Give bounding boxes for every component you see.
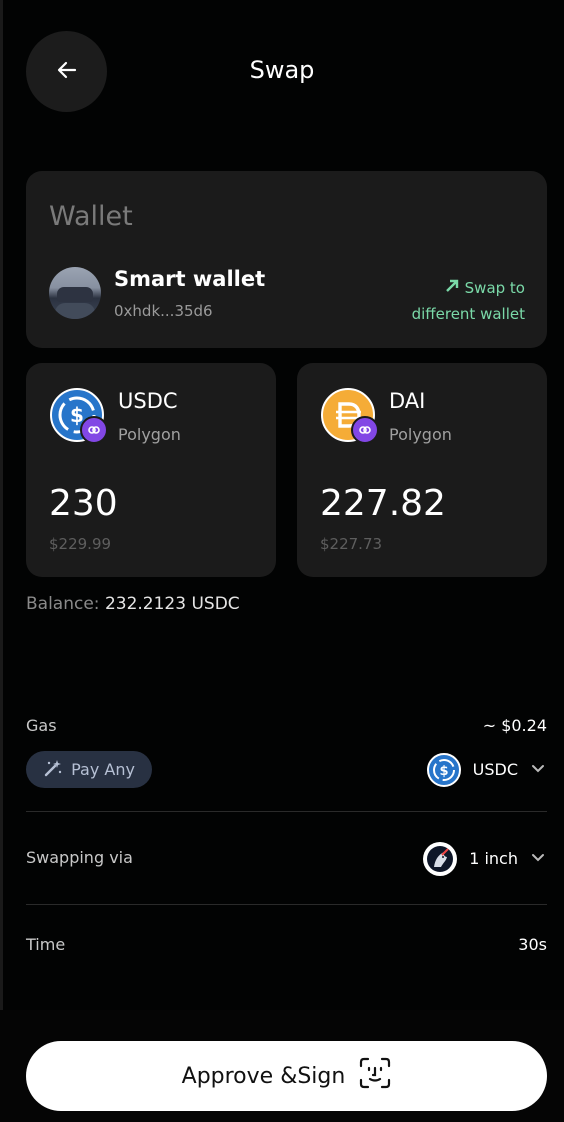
chevron-down-icon (530, 849, 546, 869)
face-id-icon (345, 1057, 391, 1095)
approve-sign-label: Approve &Sign (181, 1063, 346, 1089)
to-token-usd: $227.73 (320, 535, 383, 553)
from-token-usd: $229.99 (49, 535, 112, 553)
gas-amount: ~ $0.24 (482, 716, 547, 735)
wallet-card: Wallet Smart wallet 0xhdk...35d6 Swap to… (26, 171, 547, 348)
from-token-amount[interactable]: 230 (49, 483, 118, 524)
swap-provider-select[interactable]: 1 inch (423, 840, 546, 877)
balance-value: 232.2123 USDC (104, 594, 240, 614)
pay-any-label: Pay Any (71, 760, 135, 779)
to-token-card[interactable]: DAI Polygon 227.82 $227.73 (297, 363, 547, 577)
usdc-icon: $ (50, 388, 108, 444)
wallet-section-title: Wallet (49, 201, 133, 232)
balance-row: Balance: 232.2123 USDC (26, 594, 240, 614)
window-edge (0, 0, 3, 1122)
1inch-unicorn-icon (423, 841, 458, 876)
swap-wallet-link[interactable]: Swap to different wallet (412, 275, 525, 327)
gas-label: Gas (26, 716, 57, 735)
polygon-icon (80, 416, 108, 444)
gas-token-select[interactable]: $ USDC (426, 751, 546, 788)
to-token-symbol: DAI (389, 389, 426, 413)
balance-label: Balance: (26, 594, 100, 614)
avatar (49, 267, 101, 319)
dai-icon (321, 388, 379, 444)
page-title: Swap (249, 56, 315, 84)
swap-link-line1: Swap to (464, 279, 525, 297)
swap-provider-label: 1 inch (469, 849, 518, 868)
magic-wand-icon (43, 758, 71, 782)
from-token-card[interactable]: $ USDC Polygon 230 $229.99 (26, 363, 276, 577)
approve-sign-button[interactable]: Approve &Sign (26, 1041, 547, 1111)
to-token-amount: 227.82 (320, 483, 446, 524)
wallet-address: 0xhdk...35d6 (114, 302, 213, 320)
to-token-chain: Polygon (389, 425, 452, 444)
chevron-down-icon (530, 760, 546, 780)
from-token-symbol: USDC (118, 389, 178, 413)
time-label: Time (26, 935, 66, 954)
from-token-chain: Polygon (118, 425, 181, 444)
time-value: 30s (518, 935, 547, 954)
wallet-name: Smart wallet (114, 267, 266, 291)
polygon-icon (351, 416, 379, 444)
usdc-icon: $ (426, 752, 461, 787)
svg-text:$: $ (439, 764, 448, 779)
swapping-via-label: Swapping via (26, 848, 133, 867)
arrow-up-right-icon (445, 275, 459, 301)
swap-link-line2: different wallet (411, 305, 525, 323)
divider (26, 811, 547, 812)
divider (26, 904, 547, 905)
gas-token-label: USDC (472, 760, 518, 779)
pay-any-button[interactable]: Pay Any (26, 751, 152, 788)
